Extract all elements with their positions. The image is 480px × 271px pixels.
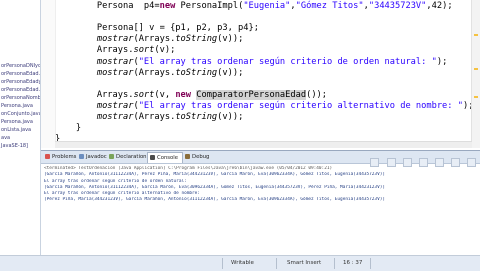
code-token: "El array tras ordenar según criterio de… [138, 56, 437, 67]
code-token: } [55, 123, 82, 134]
editor-code-area[interactable]: Persona p4=new PersonaImpl("Eugenia","Gó… [55, 0, 480, 148]
tab-label: Declaration [116, 154, 147, 160]
tab-label: Console [157, 155, 179, 161]
code-editor[interactable]: Persona p4=new PersonaImpl("Eugenia","Gó… [41, 0, 480, 148]
code-token: mostrar [96, 56, 134, 67]
code-token: toString [175, 112, 218, 122]
code-token: Persona[] v = {p1, p2, p3, p4}; [55, 23, 259, 34]
code-token: (Arrays. [133, 67, 176, 78]
code-token: "34435723V" [368, 1, 427, 11]
code-token: toString [175, 67, 218, 78]
code-token: sort [133, 89, 155, 100]
code-token: "El array tras ordenar según criterio al… [138, 100, 463, 111]
tree-item[interactable]: orPersonaDNIyo [0, 62, 40, 70]
tree-item[interactable]: onLista.java [0, 126, 40, 134]
code-token: (v)); [217, 112, 244, 122]
tab-javadoc[interactable]: Javadoc [77, 152, 107, 162]
tree-item[interactable]: Persona.java [0, 102, 40, 110]
status-writable: Writable [231, 260, 254, 266]
code-token: Persona p4= [55, 1, 160, 11]
status-separator [276, 258, 277, 269]
code-token: new [175, 89, 192, 100]
tab-label: Problems [52, 154, 77, 160]
tree-item[interactable]: JavaSE-18] [0, 142, 40, 150]
occurrence-marker[interactable] [474, 68, 478, 70]
console-output[interactable]: <terminated> TestOrdenacion [Java Applic… [44, 166, 477, 204]
code-token: mostrar [96, 34, 134, 45]
console-icon [150, 155, 155, 160]
code-token: (v)); [217, 67, 244, 78]
package-explorer: orPersonaDNIyo orPersonaEdad.j orPersonaEd… [0, 0, 41, 255]
tree-item[interactable]: Persona.java [0, 118, 40, 126]
code-token: ,42); [426, 1, 453, 11]
tree-item[interactable]: orPersonaEdad.c [0, 86, 40, 94]
problems-icon [45, 154, 50, 159]
tree-item[interactable]: onConjunto.java [0, 110, 40, 118]
bottom-views-panel: Problems Javadoc Declaration Console Debug <… [41, 150, 480, 256]
tab-label: Debug [192, 154, 210, 160]
code-token: sort [133, 45, 155, 56]
status-bar: Writable Smart Insert 16 : 37 [0, 255, 480, 271]
status-separator [334, 258, 335, 269]
status-separator [370, 258, 371, 269]
code-token: Arrays. [55, 89, 134, 100]
occurrence-marker[interactable] [474, 34, 478, 36]
tab-declaration[interactable]: Declaration [107, 152, 147, 162]
package-explorer-tree: orPersonaDNIyo orPersonaEdad.j orPersonaEd… [0, 62, 40, 150]
code-token: "Eugenia" [243, 1, 291, 11]
tab-label: Javadoc [86, 154, 107, 160]
console-toolbar [368, 152, 476, 167]
code-token: (Arrays. [133, 112, 176, 122]
declaration-icon [109, 154, 114, 159]
debug-icon [185, 154, 190, 159]
highlighted-occurrence: ComparatorPersonaEdad [196, 89, 307, 100]
code-line[interactable]: mostrar(Arrays.toString(v)); [55, 111, 243, 123]
status-separator [222, 258, 223, 269]
status-cursor-position: 16 : 37 [343, 260, 363, 266]
tree-item[interactable]: ava [0, 134, 40, 142]
tree-item[interactable]: orPersonaEdadyo [0, 78, 40, 86]
code-token: (v); [154, 45, 176, 56]
console-line: [Pérez Piña, María(34423123V), García Ma… [44, 197, 385, 203]
code-token: toString [175, 34, 218, 45]
code-token: ); [436, 56, 448, 67]
tree-item[interactable]: orPersonaEdad.j [0, 70, 40, 78]
code-token: Arrays. [55, 45, 134, 56]
status-insert-mode: Smart Insert [287, 260, 322, 266]
overview-ruler[interactable] [471, 0, 480, 148]
code-token: (v, [154, 89, 176, 100]
editor-line-gutter [41, 0, 56, 148]
code-line[interactable]: mostrar(Arrays.toString(v)); [55, 67, 243, 79]
tree-item[interactable]: orPersonaNomb [0, 94, 40, 102]
code-token: ()); [306, 89, 328, 100]
code-token: "Gómez Titos" [295, 1, 364, 11]
code-token: (Arrays. [133, 34, 176, 45]
code-token: (v)); [217, 34, 244, 45]
javadoc-icon [79, 154, 84, 159]
code-token: new [159, 1, 176, 11]
code-token: mostrar [96, 112, 134, 122]
code-token: mostrar [96, 100, 134, 111]
tab-problems[interactable]: Problems [43, 152, 77, 162]
editor-horizontal-scrollbar[interactable] [55, 141, 472, 148]
tab-debug[interactable]: Debug [183, 152, 213, 162]
code-line[interactable]: Persona p4=new PersonaImpl("Eugenia","Gó… [55, 0, 453, 12]
code-token: PersonaImpl( [175, 1, 244, 11]
tab-console[interactable]: Console [147, 152, 183, 163]
occurrence-marker[interactable] [474, 96, 478, 98]
code-token: mostrar [96, 67, 134, 78]
